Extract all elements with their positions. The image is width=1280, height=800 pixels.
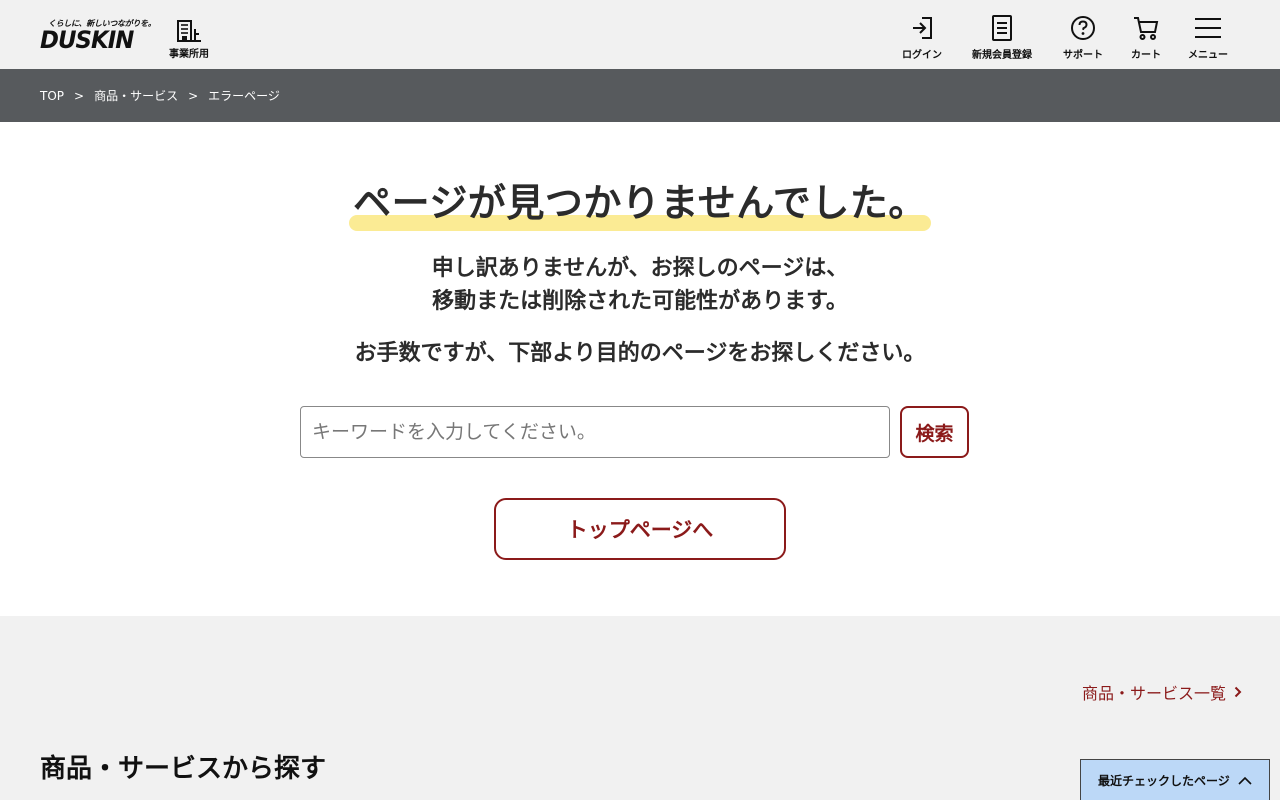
error-message-line1: 申し訳ありませんが、お探しのページは、 bbox=[431, 256, 849, 281]
breadcrumb-top[interactable]: TOP bbox=[40, 89, 64, 103]
breadcrumb-separator: > bbox=[188, 88, 199, 103]
chevron-up-icon bbox=[1238, 776, 1252, 785]
duskin-logo[interactable]: くらしに、新しいつながりを。 DUSKIN bbox=[40, 18, 156, 58]
support-label: サポート bbox=[1063, 50, 1103, 61]
help-icon bbox=[1071, 16, 1095, 40]
error-message-line2: 移動または削除された可能性があります。 bbox=[432, 289, 848, 314]
login-label: ログイン bbox=[902, 50, 942, 61]
error-instruction: お手数ですが、下部より目的のページをお探しください。 bbox=[354, 341, 926, 366]
support-button[interactable]: サポート bbox=[1050, 14, 1116, 61]
page-title-wrap: ページが見つかりませんでした。 bbox=[0, 172, 1280, 231]
error-section: ページが見つかりませんでした。 申し訳ありませんが、お探しのページは、 移動また… bbox=[0, 122, 1280, 616]
logo-wordmark: DUSKIN bbox=[40, 26, 134, 54]
business-label: 事業所用 bbox=[169, 49, 209, 60]
menu-label: メニュー bbox=[1188, 50, 1228, 61]
site-header: くらしに、新しいつながりを。 DUSKIN 事業所用 ログイン 新規会員登録 サ… bbox=[0, 0, 1280, 69]
product-list-link[interactable]: 商品・サービス一覧 bbox=[1082, 680, 1242, 704]
top-page-button[interactable]: トップページへ bbox=[494, 498, 786, 560]
recent-pages-tab[interactable]: 最近チェックしたページ bbox=[1080, 759, 1270, 800]
cart-label: カート bbox=[1131, 50, 1161, 61]
section-title: 商品・サービスから探す bbox=[40, 754, 327, 784]
breadcrumb: TOP > 商品・サービス > エラーページ bbox=[0, 69, 1280, 122]
product-list-link-label: 商品・サービス一覧 bbox=[1081, 684, 1226, 703]
page-title-text: ページが見つかりませんでした。 bbox=[353, 181, 927, 225]
breadcrumb-separator: > bbox=[74, 88, 85, 103]
error-message: 申し訳ありませんが、お探しのページは、 移動または削除された可能性があります。 bbox=[0, 252, 1280, 318]
search-button[interactable]: 検索 bbox=[900, 406, 969, 458]
login-button[interactable]: ログイン bbox=[890, 14, 954, 61]
header-nav: ログイン 新規会員登録 サポート カート メニュー bbox=[890, 14, 1240, 61]
chevron-right-icon bbox=[1234, 686, 1242, 698]
login-icon bbox=[913, 17, 932, 39]
cart-button[interactable]: カート bbox=[1116, 14, 1176, 61]
page-title: ページが見つかりませんでした。 bbox=[349, 172, 931, 231]
menu-icon bbox=[1195, 18, 1221, 38]
business-link[interactable]: 事業所用 bbox=[169, 20, 213, 60]
search-input[interactable] bbox=[300, 406, 890, 458]
building-icon bbox=[177, 20, 201, 42]
register-icon bbox=[992, 15, 1012, 41]
menu-button[interactable]: メニュー bbox=[1176, 14, 1240, 61]
recent-pages-label: 最近チェックしたページ bbox=[1098, 773, 1230, 788]
breadcrumb-products[interactable]: 商品・サービス bbox=[94, 87, 178, 104]
breadcrumb-current: エラーページ bbox=[208, 89, 280, 103]
register-label: 新規会員登録 bbox=[972, 50, 1032, 61]
cart-icon bbox=[1134, 17, 1159, 40]
register-button[interactable]: 新規会員登録 bbox=[954, 14, 1050, 61]
